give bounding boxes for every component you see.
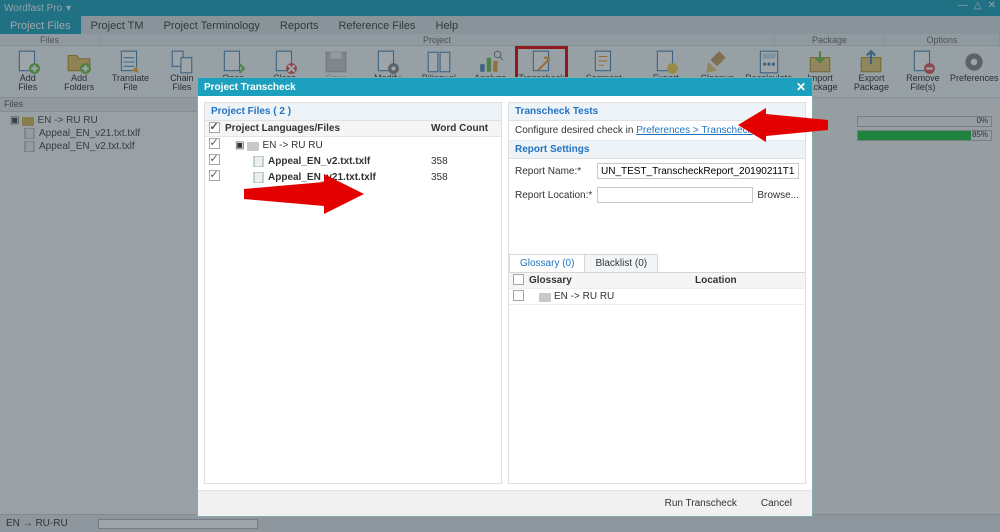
collapse-icon: ▣: [235, 140, 244, 151]
file-row[interactable]: ▣ EN -> RU RU: [205, 137, 501, 153]
annotation-arrow: [244, 174, 364, 214]
gloss-col-location: Location: [695, 275, 805, 286]
file-row-label: Appeal_EN_v2.txt.txlf: [268, 156, 370, 167]
folder-icon: [247, 140, 259, 151]
glossary-row-checkbox[interactable]: [513, 290, 524, 301]
report-location-label: Report Location:*: [515, 190, 593, 201]
glossary-select-all[interactable]: [513, 274, 524, 285]
dialog-buttons: Run Transcheck Cancel: [198, 490, 812, 516]
file-row[interactable]: Appeal_EN_v2.txt.txlf 358: [205, 153, 501, 169]
glossary-tabs: Glossary (0) Blacklist (0): [509, 254, 805, 273]
files-columns: Project Languages/Files Word Count: [205, 121, 501, 137]
glossary-grid: Glossary Location EN -> RU RU: [509, 273, 805, 483]
glossary-row-label: EN -> RU RU: [554, 291, 614, 302]
dialog-title-bar: Project Transcheck ✕: [198, 78, 812, 96]
select-all-checkbox[interactable]: [209, 122, 220, 133]
report-name-input[interactable]: [597, 163, 799, 179]
dialog-close-button[interactable]: ✕: [796, 80, 806, 94]
tab-blacklist[interactable]: Blacklist (0): [584, 254, 658, 272]
gloss-col-name: Glossary: [527, 275, 695, 286]
cancel-button[interactable]: Cancel: [761, 498, 792, 509]
report-name-row: Report Name:*: [509, 159, 805, 183]
run-transcheck-button[interactable]: Run Transcheck: [665, 498, 737, 509]
browse-button[interactable]: Browse...: [757, 190, 799, 201]
glossary-row[interactable]: EN -> RU RU: [509, 289, 805, 305]
file-row-checkbox[interactable]: [209, 170, 220, 181]
preferences-link[interactable]: Preferences > Transcheck: [636, 125, 752, 136]
report-location-row: Report Location:* Browse...: [509, 183, 805, 207]
transcheck-dialog: Project Transcheck ✕ Project Files ( 2 )…: [197, 77, 813, 517]
file-row-count: 358: [431, 172, 501, 183]
folder-icon: [539, 291, 551, 302]
file-icon: [253, 156, 265, 167]
settings-panel: Transcheck Tests Configure desired check…: [508, 102, 806, 484]
settings-header: Report Settings: [509, 141, 805, 159]
project-files-panel: Project Files ( 2 ) Project Languages/Fi…: [204, 102, 502, 484]
report-name-label: Report Name:*: [515, 166, 593, 177]
col-wordcount: Word Count: [431, 123, 501, 134]
tests-text: Configure desired check in: [515, 125, 636, 136]
col-files: Project Languages/Files: [223, 123, 431, 134]
file-row-checkbox[interactable]: [209, 138, 220, 149]
report-location-input[interactable]: [597, 187, 753, 203]
project-files-header: Project Files ( 2 ): [205, 103, 501, 121]
annotation-arrow: [738, 108, 828, 142]
file-row-checkbox[interactable]: [209, 154, 220, 165]
dialog-title: Project Transcheck: [204, 82, 296, 93]
file-row-count: 358: [431, 156, 501, 167]
file-row-label: EN -> RU RU: [262, 140, 322, 151]
tab-glossary[interactable]: Glossary (0): [509, 254, 585, 272]
